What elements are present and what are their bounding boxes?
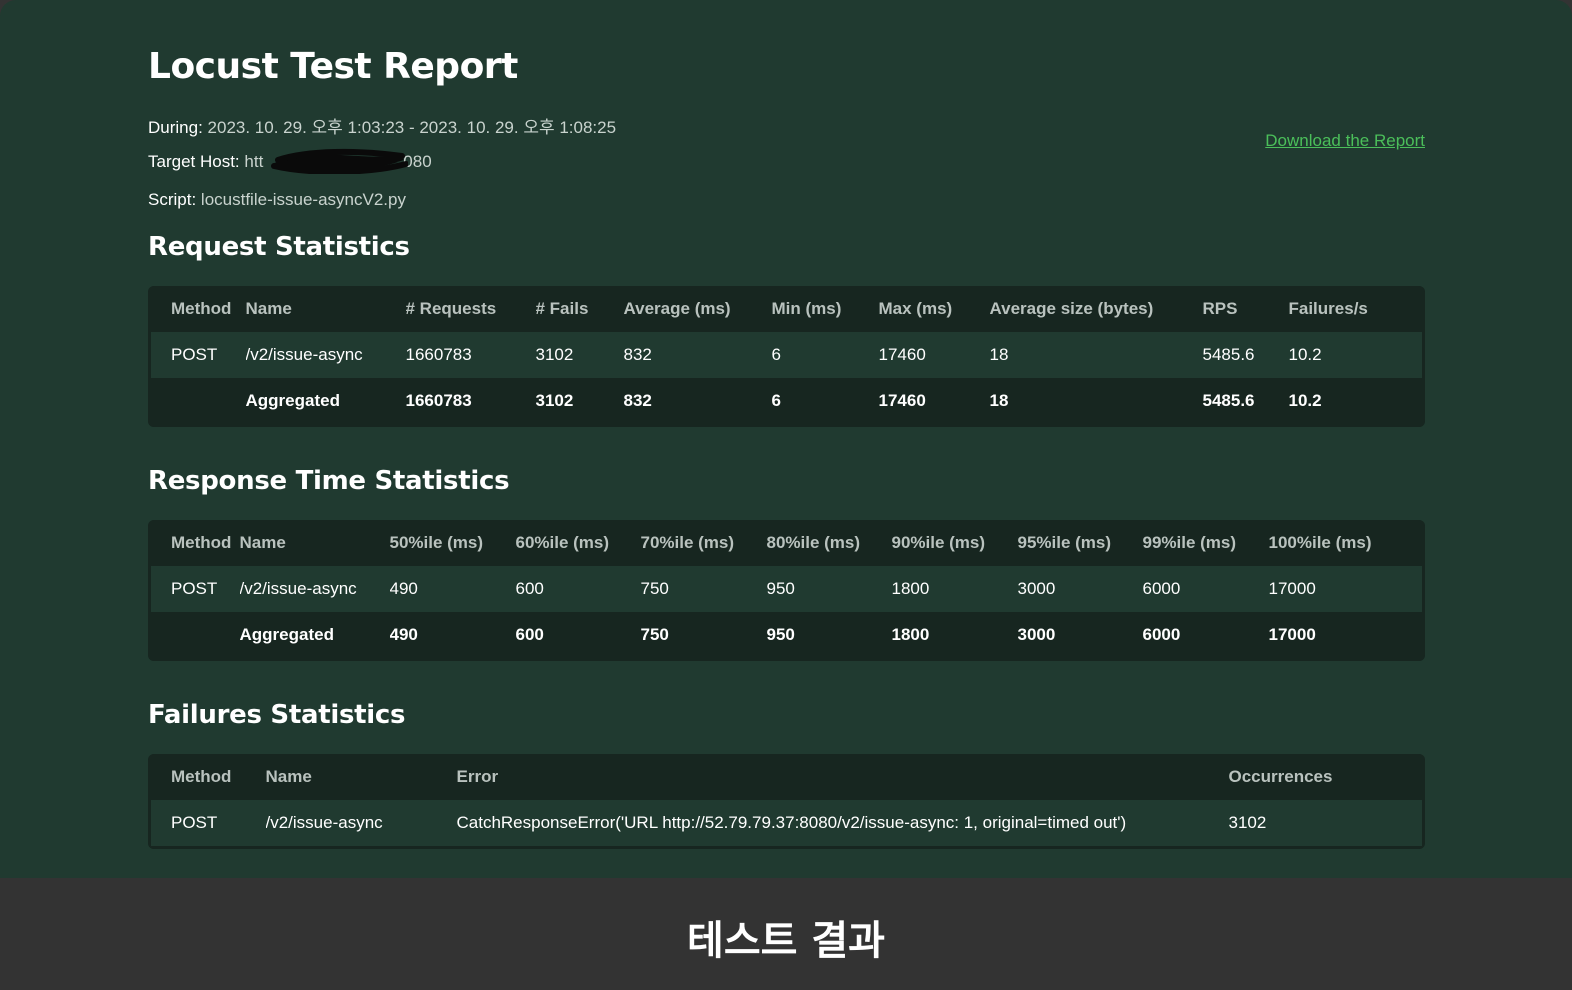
column-header: Name	[265, 754, 457, 800]
table-cell: 1800	[891, 566, 1018, 612]
table-cell: 5485.6	[1202, 378, 1289, 426]
table-cell: 6000	[1142, 612, 1269, 660]
aggregated-row: Aggregated 1660783 3102 832 6 17460 18 5485.6 10…	[149, 378, 1424, 426]
column-header: Name	[239, 520, 390, 566]
during-label: During:	[148, 118, 203, 137]
table-cell: Aggregated	[239, 612, 390, 660]
column-header: Method	[149, 520, 240, 566]
target-host-info: Target Host: htt 080	[148, 148, 432, 174]
table-cell: 10.2	[1288, 378, 1424, 426]
table-cell: 6	[771, 378, 879, 426]
table-cell: 17460	[878, 332, 990, 378]
table-cell: 17000	[1268, 566, 1424, 612]
table-cell: 750	[640, 612, 767, 660]
target-host-label: Target Host:	[148, 152, 240, 171]
download-report-link[interactable]: Download the Report	[1265, 131, 1425, 151]
during-value: 2023. 10. 29. 오후 1:03:23 - 2023. 10. 29.…	[207, 118, 617, 137]
table-cell: 17000	[1268, 612, 1424, 660]
column-header: 99%ile (ms)	[1142, 520, 1269, 566]
table-header-row: Method Name # Requests # Fails Average (ms) M…	[149, 286, 1424, 332]
script-label: Script:	[148, 190, 197, 209]
table-cell: 3102	[1228, 800, 1424, 848]
table-cell: 3000	[1017, 566, 1143, 612]
column-header: # Fails	[535, 286, 624, 332]
table-cell: 1660783	[405, 332, 536, 378]
table-cell: 17460	[878, 378, 990, 426]
table-cell: 5485.6	[1202, 332, 1289, 378]
table-cell: 950	[766, 612, 892, 660]
redaction-scribble	[271, 148, 408, 174]
column-header: Max (ms)	[878, 286, 990, 332]
table-cell: /v2/issue-async	[265, 800, 457, 848]
failures-statistics-table: Method Name Error Occurrences POST/v2/issue…	[148, 754, 1425, 849]
table-cell: 3000	[1017, 612, 1143, 660]
script-value: locustfile-issue-asyncV2.py	[200, 190, 406, 209]
target-host-value-start: htt	[244, 152, 264, 171]
column-header: 90%ile (ms)	[891, 520, 1018, 566]
column-header: 100%ile (ms)	[1268, 520, 1424, 566]
table-cell: Aggregated	[245, 378, 406, 426]
column-header: # Requests	[405, 286, 536, 332]
table-cell: 6000	[1142, 566, 1269, 612]
table-header-row: Method Name Error Occurrences	[149, 754, 1424, 800]
column-header: 60%ile (ms)	[515, 520, 641, 566]
column-header: Failures/s	[1288, 286, 1424, 332]
request-statistics-heading: Request Statistics	[148, 232, 410, 262]
response-time-statistics-heading: Response Time Statistics	[148, 466, 510, 496]
table-cell: 18	[989, 332, 1203, 378]
failures-statistics-heading: Failures Statistics	[148, 700, 406, 730]
table-cell: 600	[515, 566, 641, 612]
table-cell	[149, 612, 240, 660]
column-header: 50%ile (ms)	[389, 520, 516, 566]
column-header: RPS	[1202, 286, 1289, 332]
table-cell: 3102	[535, 332, 624, 378]
response-time-statistics-table: Method Name 50%ile (ms) 60%ile (ms) 70%ile (…	[148, 520, 1425, 661]
column-header: 95%ile (ms)	[1017, 520, 1143, 566]
table-header-row: Method Name 50%ile (ms) 60%ile (ms) 70%ile (…	[149, 520, 1424, 566]
page-title: Locust Test Report	[148, 46, 518, 87]
table-cell: 490	[389, 566, 516, 612]
table-cell: 3102	[535, 378, 624, 426]
script-info: Script: locustfile-issue-asyncV2.py	[148, 190, 406, 210]
column-header: Average size (bytes)	[989, 286, 1203, 332]
column-header: Method	[149, 286, 246, 332]
table-cell: 600	[515, 612, 641, 660]
column-header: 70%ile (ms)	[640, 520, 767, 566]
table-cell: 6	[771, 332, 879, 378]
table-cell: POST	[149, 566, 240, 612]
table-row: POST/v2/issue-async CatchResponseError('U…	[149, 800, 1424, 848]
column-header: Error	[456, 754, 1229, 800]
column-header: Min (ms)	[771, 286, 879, 332]
column-header: 80%ile (ms)	[766, 520, 892, 566]
table-cell: 950	[766, 566, 892, 612]
column-header: Name	[245, 286, 406, 332]
caption-text: 테스트 결과	[687, 918, 885, 964]
table-cell: /v2/issue-async	[239, 566, 390, 612]
aggregated-row: Aggregated 490 600 750 950 1800 3000 6000 17000	[149, 612, 1424, 660]
request-statistics-table: Method Name # Requests # Fails Average (ms) M…	[148, 286, 1425, 427]
column-header: Average (ms)	[623, 286, 772, 332]
column-header: Method	[149, 754, 266, 800]
table-cell: POST	[149, 800, 266, 848]
table-row: POST/v2/issue-async 1660783 3102 832 6 17460 1…	[149, 332, 1424, 378]
column-header: Occurrences	[1228, 754, 1424, 800]
table-cell: 750	[640, 566, 767, 612]
table-cell: 1660783	[405, 378, 536, 426]
during-info: During: 2023. 10. 29. 오후 1:03:23 - 2023.…	[148, 113, 616, 138]
table-cell: 10.2	[1288, 332, 1424, 378]
table-cell: 18	[989, 378, 1203, 426]
table-cell: 1800	[891, 612, 1018, 660]
table-row: POST/v2/issue-async 490 600 750 950 1800 3000 6…	[149, 566, 1424, 612]
table-cell: CatchResponseError('URL http://52.79.79.…	[456, 800, 1229, 848]
table-cell: 832	[623, 332, 772, 378]
report-page: Locust Test Report During: 2023. 10. 29.…	[0, 0, 1572, 878]
table-cell: /v2/issue-async	[245, 332, 406, 378]
table-cell: 490	[389, 612, 516, 660]
table-cell: 832	[623, 378, 772, 426]
caption-bar: 테스트 결과	[0, 878, 1572, 990]
table-cell	[149, 378, 246, 426]
table-cell: POST	[149, 332, 246, 378]
